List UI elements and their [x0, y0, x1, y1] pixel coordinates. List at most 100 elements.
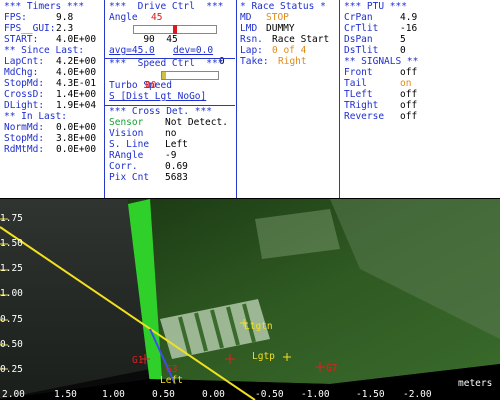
- turbo-label: Turbo: [109, 80, 138, 91]
- md-row: MD STOP: [240, 12, 340, 23]
- ltgtp-label: Lgtp: [252, 351, 275, 362]
- tright-label: TRight: [344, 100, 379, 111]
- fps-label: FPS:: [4, 12, 27, 23]
- fps-value: 9.8: [56, 12, 74, 23]
- angle-slider-row: 90 0: [109, 23, 235, 67]
- dspan-row: DsPan 5: [344, 34, 498, 45]
- vision-label: Vision: [109, 128, 144, 139]
- y-tick-label: 0.50: [0, 339, 23, 350]
- camera-view: 1.75 1.50 1.25 1.00 0.75 0.50 0.25 Ltgtn…: [0, 199, 500, 400]
- rsn-label: Rsn.: [240, 34, 263, 45]
- column-divider: [104, 0, 105, 198]
- crossd-value: 1.4E+00: [56, 89, 97, 100]
- crpan-value: 4.9: [400, 12, 418, 23]
- reverse-label: Reverse: [344, 111, 385, 122]
- status-panel: *** Timers *** FPS: 9.8 FPS__GUI: 2.3 STAR…: [0, 0, 500, 198]
- md-label: MD: [240, 12, 252, 23]
- lap-label: Lap:: [240, 45, 263, 56]
- corr-row: Corr. 0.69: [109, 161, 235, 172]
- y-tick-label: 0.75: [0, 314, 23, 325]
- normmd-label: NormMd:: [4, 122, 45, 133]
- race-status-header: * Race Status *: [240, 1, 326, 12]
- front-row: Front off: [344, 67, 498, 78]
- x-tick-label: 0.00: [202, 389, 225, 400]
- speed-bar: [161, 71, 219, 80]
- signals-header: ** SIGNALS **: [344, 56, 419, 67]
- tail-label: Tail: [344, 78, 367, 89]
- pixcnt-label: Pix Cnt: [109, 172, 150, 183]
- pixcnt-row: Pix Cnt 5683: [109, 172, 235, 183]
- take-value: Right: [278, 56, 307, 67]
- y-tick-label: 1.00: [0, 288, 23, 299]
- angle-slider[interactable]: [133, 25, 217, 34]
- crtilt-label: CrTlit: [344, 23, 379, 34]
- x-tick-label: -1.00: [301, 389, 330, 400]
- sline-value: Left: [165, 139, 188, 150]
- lapcnt-row: LapCnt: 4.2E+00: [4, 56, 102, 67]
- vision-row: Vision no: [109, 128, 235, 139]
- sensor-row: Sensor Not Detect.: [109, 117, 235, 128]
- y-tick-label: 1.75: [0, 213, 23, 224]
- sline-row: S. Line Left: [109, 139, 235, 150]
- stopmd-row: StopMd: 4.3E-01: [4, 78, 102, 89]
- stopmd2-value: 3.8E+00: [56, 133, 97, 144]
- left-label: Left: [160, 375, 183, 386]
- start-value: 4.0E+00: [56, 34, 97, 45]
- mdchg-label: MdChg:: [4, 67, 39, 78]
- cross-det-header: *** Cross Det. ***: [109, 106, 212, 117]
- corr-value: 0.69: [165, 161, 188, 172]
- drive-column: *** Drive Ctrl *** Angle 45 90 0 45 avg=4…: [105, 1, 235, 183]
- stopmd-label: StopMd:: [4, 78, 45, 89]
- g1-label: G1: [132, 355, 144, 366]
- dlight-value: 1.9E+04: [56, 100, 97, 111]
- normmd-row: NormMd: 0.0E+00: [4, 122, 102, 133]
- lapcnt-value: 4.2E+00: [56, 56, 97, 67]
- x-tick-label: 2.00: [2, 389, 25, 400]
- mdchg-value: 4.0E+00: [56, 67, 97, 78]
- angle-mid-row: 45: [109, 34, 235, 45]
- mdchg-row: MdChg: 4.0E+00: [4, 67, 102, 78]
- lmd-row: LMD DUMMY: [240, 23, 340, 34]
- turbo-value: 0: [145, 80, 151, 91]
- column-divider: [236, 0, 237, 198]
- dspan-value: 5: [400, 34, 406, 45]
- rsn-row: Rsn. Race Start: [240, 34, 340, 45]
- race-column: * Race Status * MD STOP LMD DUMMY Rsn. Race…: [240, 1, 340, 67]
- crossd-row: CrossD: 1.4E+00: [4, 89, 102, 100]
- speed-bar-fill: [162, 72, 167, 79]
- fps-gui-row: FPS__GUI: 2.3: [4, 23, 102, 34]
- crtilt-value: -16: [400, 23, 418, 34]
- x-tick-label: 1.00: [102, 389, 125, 400]
- tleft-row: TLeft off: [344, 89, 498, 100]
- stopmd2-label: StopMd:: [4, 133, 45, 144]
- rdmtmd-row: RdMtMd: 0.0E+00: [4, 144, 102, 155]
- front-value: off: [400, 67, 418, 78]
- angle-slider-knob[interactable]: [173, 25, 177, 34]
- normmd-value: 0.0E+00: [56, 122, 97, 133]
- ptu-header: *** PTU ***: [344, 1, 407, 12]
- x-tick-label: -0.50: [255, 389, 284, 400]
- sensor-label: Sensor: [109, 117, 144, 128]
- lmd-value: DUMMY: [266, 23, 295, 34]
- in-last-header: ** In Last:: [4, 111, 67, 122]
- dstilt-row: DsTlit 0: [344, 45, 498, 56]
- x-tick-label: 0.50: [152, 389, 175, 400]
- crpan-label: CrPan: [344, 12, 373, 23]
- stopmd2-row: StopMd: 3.8E+00: [4, 133, 102, 144]
- take-label: Take:: [240, 56, 269, 67]
- lap-value: 0 of 4: [272, 45, 307, 56]
- tail-value: on: [400, 78, 412, 89]
- lmd-label: LMD: [240, 23, 258, 34]
- s-line-row: S [Dist Lgt NoGo]: [109, 91, 235, 102]
- angle-mid-label: 45: [166, 34, 178, 45]
- y-tick-label: 0.25: [0, 364, 23, 375]
- rangle-label: RAngle: [109, 150, 144, 161]
- y-tick-label: 1.25: [0, 263, 23, 274]
- dstilt-label: DsTlit: [344, 45, 379, 56]
- rdmtmd-label: RdMtMd:: [4, 144, 45, 155]
- avg-value: avg=45.0: [109, 45, 155, 56]
- x-tick-label: 1.50: [54, 389, 77, 400]
- dlight-label: DLight:: [4, 100, 45, 111]
- stopmd-value: 4.3E-01: [56, 78, 97, 89]
- start-label: START:: [4, 34, 39, 45]
